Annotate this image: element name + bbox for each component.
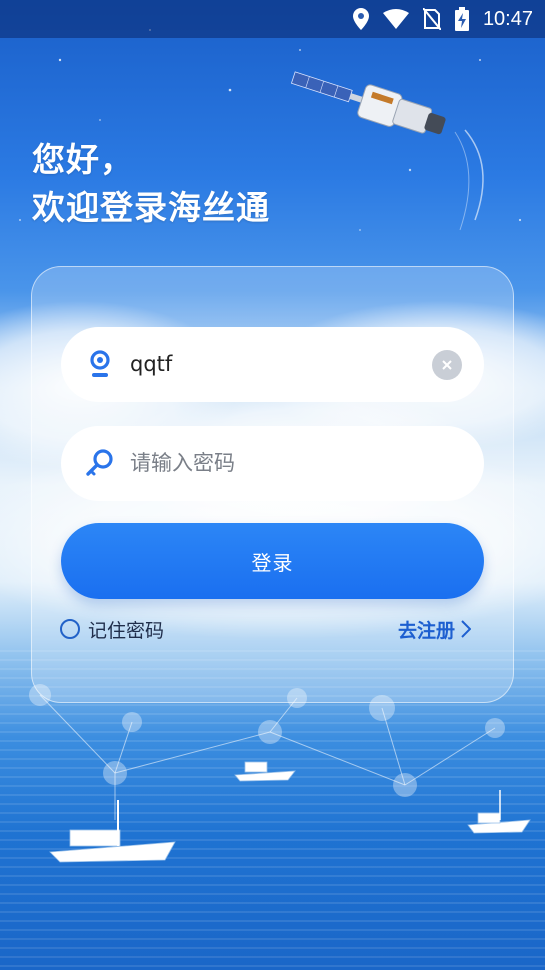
clear-username-button[interactable] <box>432 350 462 380</box>
register-label: 去注册 <box>397 619 455 642</box>
no-sim-icon <box>422 8 441 30</box>
password-input[interactable] <box>130 426 420 501</box>
status-time: 10:47 <box>482 7 533 30</box>
register-link[interactable]: 去注册 <box>398 614 471 644</box>
remember-password-radio[interactable] <box>60 619 80 639</box>
user-icon <box>90 350 110 377</box>
close-icon <box>442 360 452 370</box>
chevron-right-icon <box>461 620 471 638</box>
username-input[interactable] <box>130 327 420 402</box>
login-button[interactable]: 登录 <box>61 523 484 599</box>
greeting-title: 您好， 欢迎登录海丝通 <box>32 136 270 232</box>
status-bar: 10:47 <box>0 0 545 38</box>
sea-network-illustration <box>29 684 531 863</box>
satellite-illustration <box>290 71 484 231</box>
key-icon <box>86 449 113 476</box>
login-screen: 10:47 您好， 欢迎登录海丝通 登录 <box>0 0 545 970</box>
greeting-line-1: 您好， <box>32 140 134 179</box>
battery-charging-icon <box>454 7 469 31</box>
greeting-line-2: 欢迎登录海丝通 <box>32 188 270 227</box>
remember-password-label: 记住密码 <box>88 619 165 642</box>
location-icon <box>352 8 369 30</box>
username-field[interactable] <box>61 327 484 402</box>
wifi-icon <box>382 9 409 29</box>
remember-password-option[interactable]: 记住密码 <box>60 616 164 642</box>
password-field[interactable] <box>61 426 484 501</box>
